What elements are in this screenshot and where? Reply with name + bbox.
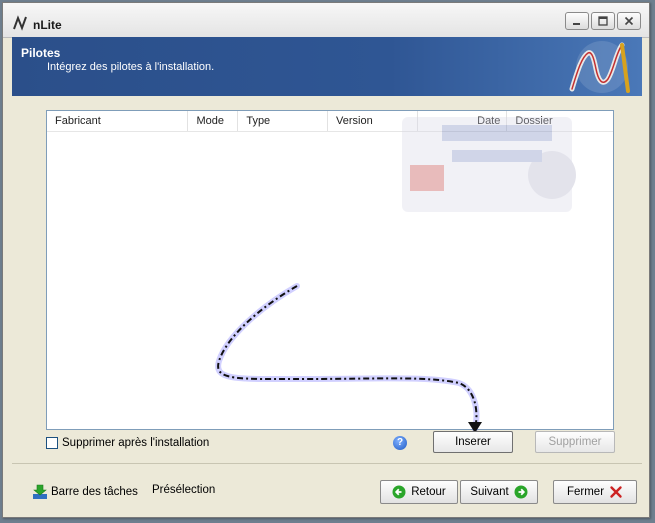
window-title: nLite [33,18,62,32]
page-title: Pilotes [21,46,61,60]
column-header-fabricant[interactable]: Fabricant [47,111,189,131]
preset-label: Présélection [152,484,216,496]
nlite-window: nLite Pilotes Intégrez des pilotes à l'i… [2,2,650,518]
delete-after-install-label: Supprimer après l'installation [62,437,210,449]
nlite-logo-icon [569,41,630,93]
column-header-mode[interactable]: Mode [188,111,239,131]
close-label: Fermer [566,486,605,498]
close-button[interactable]: Fermer [553,480,637,504]
close-icon[interactable] [617,12,641,30]
help-icon[interactable]: ? [393,436,407,450]
column-header-type[interactable]: Type [238,111,329,131]
delete-after-install-checkbox[interactable] [46,437,58,449]
next-label: Suivant [470,486,509,498]
delete-button[interactable]: Supprimer [535,431,615,453]
delete-after-install-option[interactable]: Supprimer après l'installation [46,437,209,449]
footer-divider [12,463,642,464]
next-button[interactable]: Suivant [460,480,538,504]
drivers-list[interactable]: Fabricant Mode Type Version Date Dossier [46,110,614,431]
title-bar[interactable]: nLite [3,3,649,38]
taskbar-button[interactable]: Barre des tâches [32,484,138,500]
page-header: Pilotes Intégrez des pilotes à l'install… [12,37,642,96]
window-controls [565,12,641,30]
back-label: Retour [411,486,446,498]
next-arrow-icon [514,485,528,499]
back-button[interactable]: Retour [380,480,458,504]
maximize-icon[interactable] [591,12,615,30]
taskbar-label: Barre des tâches [51,486,138,498]
insert-button[interactable]: Inserer [433,431,513,453]
watermark-logo-icon [402,117,576,212]
back-arrow-icon [392,485,406,499]
page-subtitle: Intégrez des pilotes à l'installation. [47,61,215,73]
minimize-icon[interactable] [565,12,589,30]
close-x-icon [610,486,622,498]
preset-button[interactable]: Présélection [152,484,215,496]
main-panel: Fabricant Mode Type Version Date Dossier [12,96,642,461]
nlite-app-icon [13,15,27,31]
taskbar-download-icon [33,484,47,499]
